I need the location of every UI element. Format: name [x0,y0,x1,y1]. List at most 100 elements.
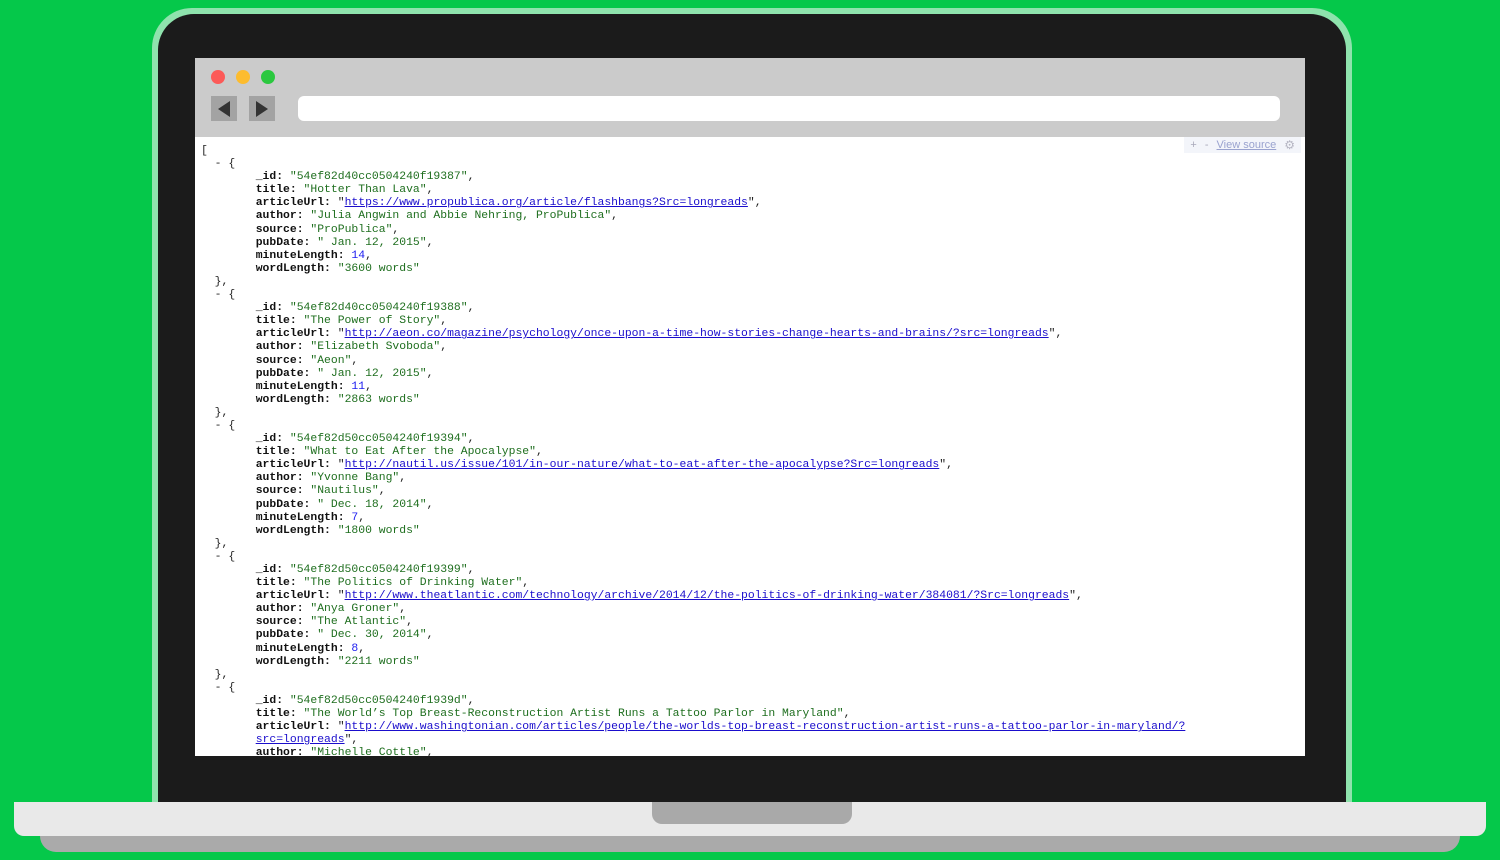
json-value: 7 [351,511,359,524]
json-field-source: source: "Nautilus", [255,485,386,498]
json-key: author: [255,210,304,223]
json-viewer-toolbar: + - View source ⚙ [1184,137,1301,153]
collapse-toggle[interactable]: - [215,682,222,694]
json-key: minuteLength: [255,642,345,655]
json-value: 14 [351,249,366,262]
json-key: articleUrl: [255,197,331,210]
json-object-close: }, [201,406,229,419]
json-object-open: - { [214,158,236,171]
json-key: source: [255,354,304,367]
json-field-pubDate: pubDate: " Jan. 12, 2015", [255,367,434,380]
maximize-window-button[interactable] [261,70,275,84]
collapse-all-button[interactable]: - [1205,137,1209,153]
collapse-toggle[interactable]: - [215,420,222,432]
forward-arrow-icon [256,100,268,117]
json-value: " Jan. 12, 2015" [317,236,427,249]
json-key: _id: [255,564,284,576]
json-field-source: source: "ProPublica", [255,223,400,236]
json-object-close: }, [201,275,229,288]
json-value: "54ef82d50cc0504240f19399" [289,564,468,576]
collapse-toggle[interactable]: - [215,158,222,170]
json-value: 11 [351,380,366,393]
json-key: articleUrl: [255,721,331,734]
json-key: author: [255,603,304,616]
json-field-wordLength: wordLength: "1800 words" [201,525,1185,538]
json-key: title: [255,577,297,590]
json-object-open: - { [214,289,236,302]
json-key: title: [255,446,297,459]
view-source-link[interactable]: View source [1217,137,1277,153]
json-key: title: [255,184,297,197]
json-object-close: }, [201,537,229,550]
address-bar[interactable] [298,96,1280,121]
open-bracket: [ [201,145,208,157]
json-field-title: title: "The Politics of Drinking Water", [255,577,530,590]
json-key: source: [255,616,304,629]
json-value: "ProPublica" [310,223,393,236]
json-key: _id: [255,433,284,446]
json-value: "54ef82d40cc0504240f19388" [289,302,468,315]
json-object-open: - { [214,419,236,432]
json-object-close: }, [201,668,229,681]
json-key: pubDate: [255,498,311,511]
json-key: author: [255,472,304,485]
json-key: wordLength: [255,262,331,275]
article-url-link[interactable]: http://www.washingtonian.com/articles/pe… [345,721,1186,733]
json-value: "54ef82d50cc0504240f1939d" [289,694,468,707]
json-value: 8 [351,642,359,655]
json-value: " Jan. 12, 2015" [317,367,427,380]
json-viewer: + - View source ⚙ [ - { _id: "54ef82d40c… [195,137,1305,756]
json-value: "The Politics of Drinking Water" [303,577,523,590]
json-key: title: [255,315,297,328]
article-url-link[interactable]: https://www.propublica.org/article/flash… [345,197,748,209]
forward-button[interactable] [249,96,275,121]
json-key: articleUrl: [255,328,331,341]
json-field-author: author: "Elizabeth Svoboda", [255,341,448,354]
json-key: wordLength: [255,655,331,668]
minimize-window-button[interactable] [236,70,250,84]
article-url-link[interactable]: http://nautil.us/issue/101/in-our-nature… [345,459,940,471]
json-field-wordLength: wordLength: "2211 words" [201,656,1185,669]
article-url-link[interactable]: src=longreads [256,734,345,746]
json-field-title: title: "Hotter Than Lava", [255,184,434,197]
json-value: "Aeon" [310,354,352,367]
collapse-toggle[interactable]: - [215,289,222,301]
json-field-minuteLength: minuteLength: 7, [255,511,366,524]
json-key: minuteLength: [255,249,345,262]
laptop-base-shadow [40,836,1460,852]
json-value: " Dec. 30, 2014" [317,629,427,642]
json-field-author: author: "Yvonne Bang", [255,472,407,485]
json-field-minuteLength: minuteLength: 14, [255,249,372,262]
json-key: pubDate: [255,236,311,249]
json-key: wordLength: [255,393,331,406]
json-value: "Hotter Than Lava" [303,184,427,197]
json-key: minuteLength: [255,511,345,524]
json-field-minuteLength: minuteLength: 8, [255,642,366,655]
article-url-link[interactable]: http://www.theatlantic.com/technology/ar… [345,590,1070,602]
json-field-title: title: "The Power of Story", [255,315,448,328]
json-field-author: author: "Julia Angwin and Abbie Nehring,… [255,210,618,223]
json-key: _id: [255,694,284,707]
json-field-articleUrl-cont: src=longreads", [255,734,359,747]
json-key: pubDate: [255,629,311,642]
json-field-_id: _id: "54ef82d50cc0504240f19399", [255,564,475,576]
expand-all-button[interactable]: + [1190,137,1196,153]
collapse-toggle[interactable]: - [215,551,222,563]
json-value: "The World’s Top Breast-Reconstruction A… [303,708,844,721]
json-field-title: title: "What to Eat After the Apocalypse… [255,446,543,459]
article-url-link[interactable]: http://aeon.co/magazine/psychology/once-… [345,328,1049,340]
back-button[interactable] [211,96,237,121]
close-window-button[interactable] [211,70,225,84]
json-key: source: [255,223,304,236]
json-key: articleUrl: [255,590,331,603]
json-value: "The Atlantic" [310,616,407,629]
json-value: "Elizabeth Svoboda" [310,341,441,354]
browser-toolbar [195,58,1305,137]
json-value: "The Power of Story" [303,315,441,328]
json-field-source: source: "Aeon", [255,354,359,367]
json-key: source: [255,485,304,498]
gear-icon[interactable]: ⚙ [1284,137,1295,153]
json-value: " Dec. 18, 2014" [317,498,427,511]
json-open-bracket: [ [201,145,1185,158]
json-key: articleUrl: [255,459,331,472]
